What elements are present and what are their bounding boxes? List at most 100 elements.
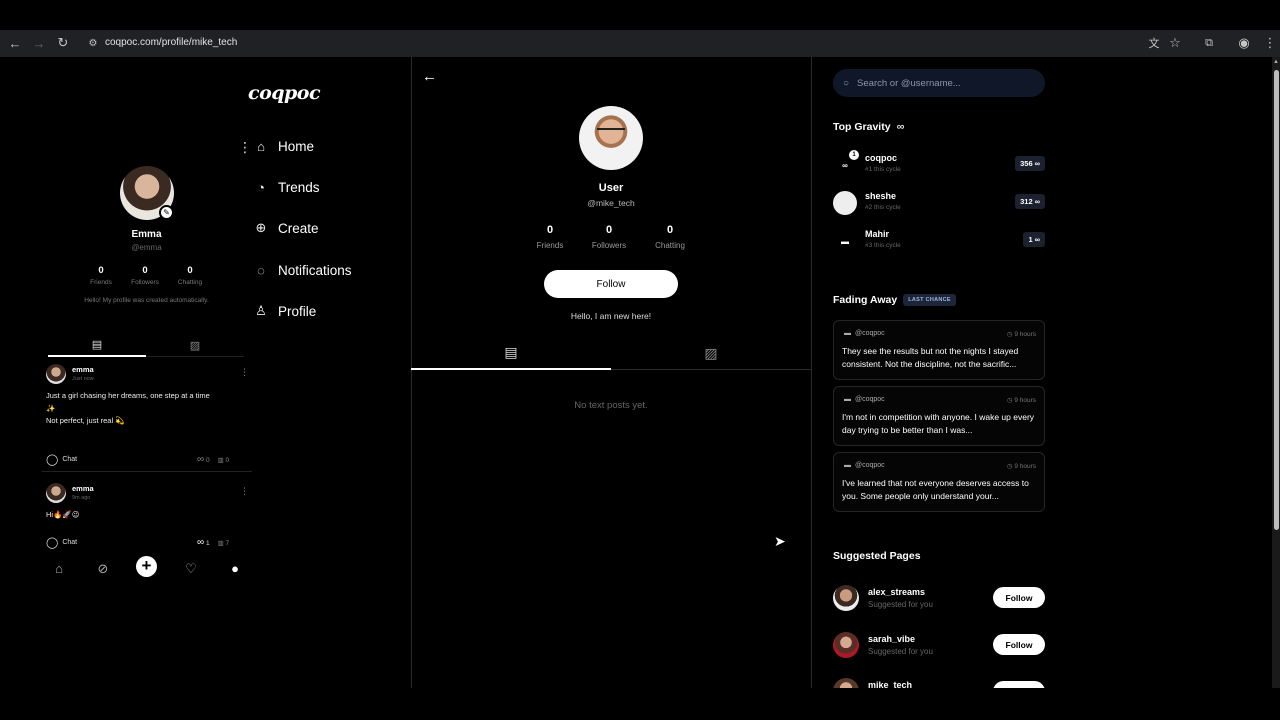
profile-stat-value: 0 bbox=[666, 224, 674, 236]
post-text: Hi🔥🚀😉 bbox=[46, 510, 80, 519]
account-icon[interactable]: ◉ bbox=[1236, 35, 1252, 51]
avatar[interactable] bbox=[833, 585, 859, 611]
mini-stat-friends[interactable]: 0 Friends bbox=[81, 265, 121, 286]
heart-icon[interactable]: ♡ bbox=[183, 561, 199, 577]
more-menu-icon[interactable]: ⋮ bbox=[238, 139, 252, 156]
profile-bio: Hello, I am new here! bbox=[570, 311, 652, 321]
profile-avatar-detail bbox=[597, 128, 625, 134]
profile-stat-followers[interactable]: 0 Followers bbox=[579, 224, 639, 250]
avatar[interactable] bbox=[833, 632, 859, 658]
views-count: 7 bbox=[225, 539, 230, 547]
gravity-count: 0 bbox=[205, 457, 210, 464]
profile-avatar[interactable] bbox=[579, 106, 643, 170]
compass-icon[interactable]: ⊘ bbox=[95, 561, 111, 577]
back-icon[interactable]: ← bbox=[7, 35, 23, 51]
divider-right bbox=[811, 57, 812, 688]
post-author[interactable]: emma bbox=[72, 484, 94, 493]
source-icon: ▬ bbox=[844, 462, 851, 469]
top-gravity-item[interactable]: ∞ 1 coqpoc #1 this cycle 356 ∞ bbox=[833, 150, 1045, 179]
suggested-page-item[interactable]: alex_streams Suggested for you Follow bbox=[833, 585, 1045, 613]
avatar[interactable] bbox=[46, 364, 66, 384]
top-gravity-name[interactable]: Mahir bbox=[865, 229, 889, 239]
browser-menu-icon[interactable]: ⋮ bbox=[1262, 35, 1278, 51]
reload-icon[interactable]: ↻ bbox=[55, 35, 71, 51]
fading-post-source[interactable]: ▬ @coqpoc bbox=[844, 330, 885, 337]
avatar[interactable] bbox=[833, 678, 859, 688]
more-options-icon[interactable]: ⋮ bbox=[240, 367, 249, 378]
user-icon[interactable]: ● bbox=[227, 561, 243, 576]
post-text-line: Not perfect, just real 💫 bbox=[46, 416, 125, 425]
top-gravity-item[interactable]: ▬ Mahir #3 this cycle 1 ∞ bbox=[833, 227, 1045, 255]
chat-button[interactable]: ◯ Chat bbox=[46, 536, 77, 549]
chat-button[interactable]: ◯ Chat bbox=[46, 453, 77, 466]
clock-icon: ◷ bbox=[1006, 397, 1013, 404]
extensions-icon[interactable]: ⧉ bbox=[1201, 35, 1217, 51]
mini-stat-followers[interactable]: 0 Followers bbox=[125, 265, 165, 286]
more-options-icon[interactable]: ⋮ bbox=[240, 486, 249, 497]
avatar[interactable] bbox=[46, 483, 66, 503]
scroll-up-icon[interactable]: ▲ bbox=[1273, 59, 1279, 67]
profile-tabs: ▤ ▨ bbox=[411, 336, 811, 370]
app-logo[interactable]: coqpoc bbox=[248, 82, 321, 104]
scrollbar-thumb[interactable] bbox=[1274, 70, 1279, 530]
clock-icon: ◷ bbox=[1006, 463, 1013, 470]
avatar[interactable]: ▬ bbox=[833, 229, 857, 253]
fading-post-time: ◷ 9 hours bbox=[1007, 462, 1036, 470]
gravity-score-badge: 356 ∞ bbox=[1015, 156, 1045, 171]
follow-button[interactable]: Follow bbox=[993, 634, 1045, 655]
follow-button[interactable]: Follow bbox=[993, 587, 1045, 608]
mini-profile-bio: Hello! My profile was created automatica… bbox=[84, 297, 209, 304]
fading-post-source[interactable]: ▬ @coqpoc bbox=[844, 396, 885, 403]
mini-tab-text-posts[interactable]: ▤ bbox=[48, 333, 146, 357]
suggested-page-name[interactable]: mike_tech bbox=[868, 680, 912, 688]
gravity-metric[interactable]: ∞ 1 bbox=[197, 537, 210, 548]
search-box[interactable]: ○ bbox=[833, 69, 1045, 97]
top-gravity-item[interactable]: sheshe #2 this cycle 312 ∞ bbox=[833, 189, 1045, 217]
nav-profile-label: Profile bbox=[278, 303, 317, 319]
address-bar[interactable]: coqpoc.com/profile/mike_tech bbox=[105, 37, 237, 48]
mini-tab-media[interactable]: ▨ bbox=[146, 333, 244, 357]
forward-icon[interactable]: → bbox=[31, 35, 47, 51]
chat-bubble-icon: ◯ bbox=[46, 454, 59, 466]
fading-post-card[interactable]: ▬ @coqpoc ◷ 9 hours I've learned that not… bbox=[833, 452, 1045, 512]
back-arrow-icon[interactable]: ← bbox=[422, 68, 437, 85]
nav-notifications[interactable]: ◌ Notifications bbox=[254, 262, 351, 278]
search-input[interactable] bbox=[857, 77, 1028, 89]
top-gravity-name[interactable]: sheshe bbox=[865, 191, 896, 201]
edit-badge-icon[interactable]: ✎ bbox=[159, 205, 174, 220]
site-info-icon[interactable]: ⚙ bbox=[87, 37, 99, 49]
post-text-line: ✨ bbox=[46, 403, 56, 413]
nav-trends[interactable]: ◔ Trends bbox=[254, 179, 319, 195]
translate-icon[interactable]: 文 bbox=[1146, 35, 1162, 51]
fading-post-source[interactable]: ▬ @coqpoc bbox=[844, 462, 885, 469]
follow-button[interactable] bbox=[993, 681, 1045, 688]
fading-post-card[interactable]: ▬ @coqpoc ◷ 9 hours They see the results … bbox=[833, 320, 1045, 380]
source-handle: @coqpoc bbox=[855, 330, 885, 337]
fading-post-card[interactable]: ▬ @coqpoc ◷ 9 hours I'm not in competitio… bbox=[833, 386, 1045, 446]
profile-name: User bbox=[598, 182, 624, 194]
suggested-page-item[interactable]: sarah_vibe Suggested for you Follow bbox=[833, 632, 1045, 660]
bookmark-star-icon[interactable]: ☆ bbox=[1167, 35, 1183, 51]
profile-stat-friends[interactable]: 0 Friends bbox=[520, 224, 580, 250]
suggested-page-item[interactable]: mike_tech bbox=[833, 678, 1045, 688]
suggested-page-name[interactable]: alex_streams bbox=[868, 587, 925, 597]
gravity-count: 1 bbox=[205, 540, 210, 547]
gravity-metric[interactable]: ∞ 0 bbox=[197, 454, 210, 465]
home-icon[interactable]: ⌂ bbox=[51, 561, 67, 576]
nav-home[interactable]: ⌂ Home bbox=[254, 138, 314, 154]
tab-media[interactable]: ▨ bbox=[611, 336, 811, 370]
plus-icon[interactable]: + bbox=[136, 556, 157, 577]
follow-button[interactable]: Follow bbox=[544, 270, 678, 298]
avatar[interactable] bbox=[833, 191, 857, 215]
tab-text-posts[interactable]: ▤ bbox=[411, 336, 611, 370]
empty-state-message: No text posts yet. bbox=[574, 400, 648, 411]
profile-stat-chatting[interactable]: 0 Chatting bbox=[640, 224, 700, 250]
nav-profile[interactable]: ♙ Profile bbox=[254, 303, 316, 319]
fading-post-text: I'm not in competition with anyone. I wa… bbox=[842, 412, 1035, 435]
top-gravity-name[interactable]: coqpoc bbox=[865, 153, 897, 163]
post-author[interactable]: emma bbox=[72, 365, 94, 374]
suggested-page-name[interactable]: sarah_vibe bbox=[868, 634, 915, 644]
views-metric: ▥ 7 bbox=[218, 539, 230, 547]
mini-stat-chatting[interactable]: 0 Chatting bbox=[170, 265, 210, 286]
infinity-icon: ∞ bbox=[1034, 159, 1040, 168]
